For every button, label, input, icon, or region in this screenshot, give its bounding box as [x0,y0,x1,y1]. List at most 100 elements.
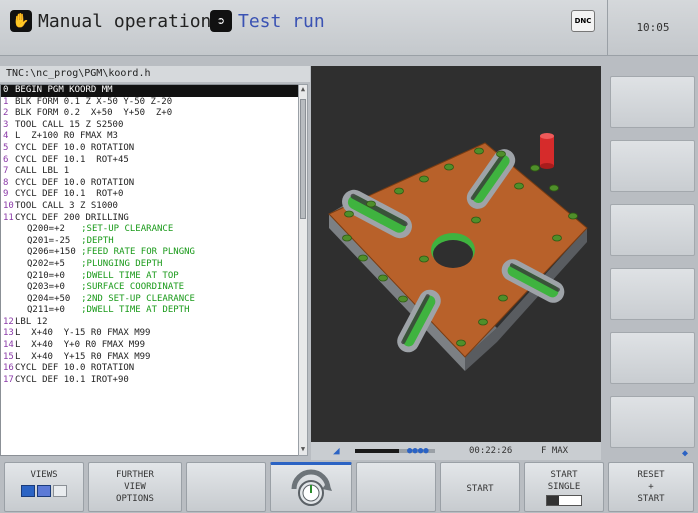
line-code: L X+40 Y+15 R0 FMAX M99 [15,351,151,362]
right-softkey-column: 10:05 [607,0,698,460]
line-number: 15 [3,351,14,362]
program-line[interactable]: 4 L Z+100 R0 FMAX M3 [1,131,299,143]
vertical-softkey-5[interactable] [610,332,695,384]
program-line[interactable]: 11CYCL DEF 200 DRILLING [1,213,299,225]
softkey-page-icon: ◆ [682,448,689,459]
workpiece-graphic [328,133,588,371]
line-comment: ;DEPTH [81,235,114,246]
views-softkey-label: VIEWS [30,470,58,480]
line-code: BLK FORM 0.1 Z X-50 Y-50 Z-20 [15,96,173,107]
primary-mode[interactable]: ✋ Manual operation [10,10,211,32]
program-line[interactable]: Q204=+50 ;2ND SET-UP CLEARANCE [1,294,299,306]
line-comment: ;SET-UP CLEARANCE [81,224,174,235]
single-block-icon [546,495,582,506]
views-softkey[interactable]: VIEWS [4,462,84,512]
line-code: Q206=+150 [27,247,76,258]
line-comment: ;PLUNGING DEPTH [81,258,163,269]
blank-softkey-5[interactable] [356,462,436,512]
center-hole [433,240,473,268]
program-line[interactable]: 1 BLK FORM 0.1 Z X-50 Y-50 Z-20 [1,97,299,109]
scroll-thumb[interactable] [300,99,306,219]
speed-dial-icon [291,469,332,506]
speed-dial-softkey[interactable] [270,462,352,512]
reset-start-softkey[interactable]: RESET + START [608,462,694,512]
line-number: 11 [3,212,14,223]
line-code: CYCL DEF 10.0 ROTATION [15,363,135,374]
status-bar: ◢ ●●●● 00:22:26 F MAX [311,442,601,460]
line-code: LBL 12 [15,316,48,327]
scroll-up-icon[interactable]: ▲ [299,85,307,95]
vertical-softkey-4[interactable] [610,268,695,320]
program-line[interactable]: 17CYCL DEF 10.1 IROT+90 [1,375,299,387]
program-line[interactable]: 7 CALL LBL 1 [1,166,299,178]
line-comment: ;SURFACE COORDINATE [81,282,185,293]
vertical-softkey-6[interactable] [610,396,695,448]
simulation-view[interactable] [311,66,601,442]
line-number: 14 [3,340,14,351]
program-line[interactable]: 2 BLK FORM 0.2 X+50 Y+50 Z+0 [1,108,299,120]
program-line[interactable]: 15L X+40 Y+15 R0 FMAX M99 [1,352,299,364]
test-run-arrow-icon: ➲ [210,10,232,32]
program-line[interactable]: 14L X+40 Y+0 R0 FMAX M99 [1,340,299,352]
line-number: 4 [3,131,9,142]
header-bar: ✋ Manual operation ➲ Test run DNC [0,0,607,56]
line-code: Q211=+0 [27,305,65,316]
program-line[interactable]: 8 CYCL DEF 10.0 ROTATION [1,178,299,190]
line-number: 7 [3,166,9,177]
primary-mode-label: Manual operation [38,10,212,32]
program-line[interactable]: 9 CYCL DEF 10.1 ROT+0 [1,189,299,201]
program-scrollbar[interactable]: ▲ ▼ [298,84,308,456]
line-comment: ;DWELL TIME AT DEPTH [81,305,190,316]
line-number: 6 [3,154,9,165]
program-listing[interactable]: 0 BEGIN PGM KOORD MM 1 BLK FORM 0.1 Z X-50 … [0,84,300,456]
feed-rate: F MAX [541,446,569,456]
line-code: Q204=+50 [27,293,71,304]
start-softkey[interactable]: START [440,462,520,512]
program-line[interactable]: 5 CYCL DEF 10.0 ROTATION [1,143,299,155]
program-path: TNC:\nc_prog\PGM\koord.h [0,66,310,82]
run-time: 00:22:26 [469,446,513,456]
line-code: L X+40 Y-15 R0 FMAX M99 [15,328,151,339]
program-line[interactable]: Q206=+150 ;FEED RATE FOR PLNGNG [1,247,299,259]
program-line[interactable]: Q211=+0 ;DWELL TIME AT DEPTH [1,305,299,317]
secondary-mode[interactable]: ➲ Test run [210,10,325,32]
vertical-softkey-1[interactable] [610,76,695,128]
line-code: L Z+100 R0 FMAX M3 [15,131,118,142]
line-number: 17 [3,374,14,385]
dnc-badge: DNC [571,10,595,32]
clock: 10:05 [607,0,698,56]
further-view-options-softkey[interactable]: FURTHER VIEW OPTIONS [88,462,182,512]
program-line[interactable]: Q201=-25 ;DEPTH [1,236,299,248]
start-single-softkey[interactable]: START SINGLE [524,462,604,512]
program-line[interactable]: Q203=+0 ;SURFACE COORDINATE [1,282,299,294]
program-line[interactable]: Q210=+0 ;DWELL TIME AT TOP [1,271,299,283]
line-number: 5 [3,142,9,153]
line-number: 9 [3,189,9,200]
program-line[interactable]: Q202=+5 ;PLUNGING DEPTH [1,259,299,271]
vertical-softkey-3[interactable] [610,204,695,256]
scroll-down-icon[interactable]: ▼ [299,445,307,455]
program-line[interactable]: 16CYCL DEF 10.0 ROTATION [1,363,299,375]
tool-icon [540,133,554,169]
plan-view-icon [37,485,51,497]
program-line[interactable]: 0 BEGIN PGM KOORD MM [1,85,299,97]
program-line[interactable]: 13L X+40 Y-15 R0 FMAX M99 [1,328,299,340]
line-number: 13 [3,328,14,339]
program-line[interactable]: 10TOOL CALL 3 Z S1000 [1,201,299,213]
line-code: L X+40 Y+0 R0 FMAX M99 [15,340,146,351]
softkey-bar: VIEWS FURTHER VIEW OPTIONS START START S… [0,448,698,513]
progress-fill [355,449,399,453]
vertical-softkey-2[interactable] [610,140,695,192]
program-line[interactable]: Q200=+2 ;SET-UP CLEARANCE [1,224,299,236]
program-line[interactable]: 3 TOOL CALL 15 Z S2500 [1,120,299,132]
line-code: CYCL DEF 200 DRILLING [15,212,129,223]
program-line[interactable]: 6 CYCL DEF 10.1 ROT+45 [1,155,299,167]
secondary-mode-label: Test run [238,10,325,32]
hand-icon: ✋ [10,10,32,32]
program-line[interactable]: 12LBL 12 [1,317,299,329]
line-code: CYCL DEF 10.1 IROT+90 [15,374,129,385]
line-code: CYCL DEF 10.1 ROT+45 [15,154,129,165]
line-number: 8 [3,177,9,188]
line-code: CALL LBL 1 [15,166,70,177]
blank-softkey-3[interactable] [186,462,266,512]
